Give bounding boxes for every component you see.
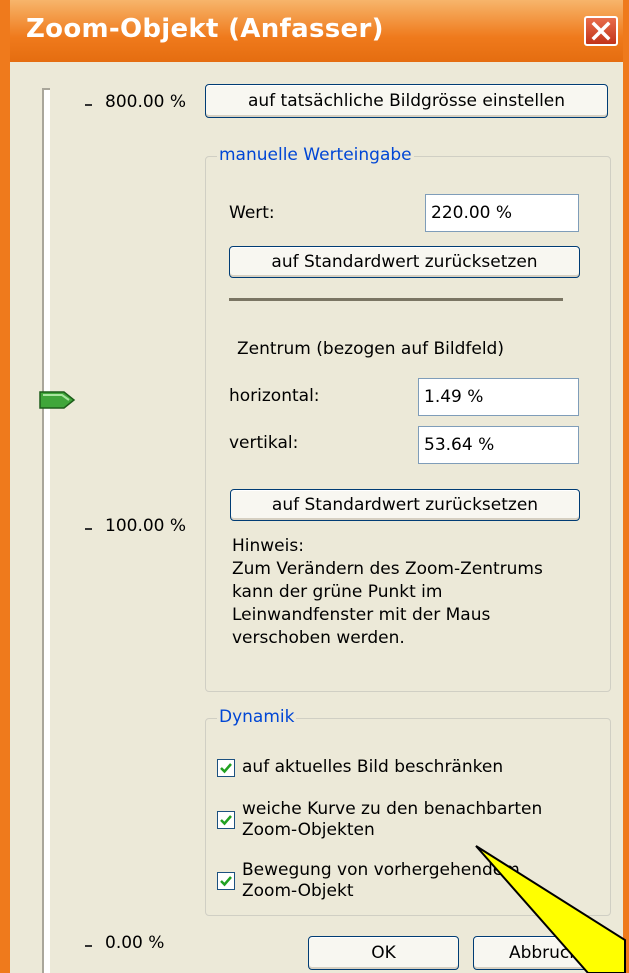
hint-text: Hinweis: Zum Verändern des Zoom-Zentrums… xyxy=(232,536,543,648)
separator xyxy=(229,298,563,301)
reset-center-button-label: auf Standardwert zurücksetzen xyxy=(271,495,539,515)
slider-min-label: 0.00 % xyxy=(105,933,165,953)
window-border-left xyxy=(0,0,10,973)
smooth-curve-checkbox[interactable] xyxy=(217,811,235,829)
checkmark-icon xyxy=(220,876,232,887)
actual-size-button-label: auf tatsächliche Bildgrösse einstellen xyxy=(247,91,566,111)
zoom-slider-thumb[interactable] xyxy=(38,388,78,416)
slider-mid-label: 100.00 % xyxy=(105,516,187,536)
slider-max-label: 800.00 % xyxy=(105,92,187,112)
ok-button-label: OK xyxy=(371,943,396,963)
value-label: Wert: xyxy=(229,203,275,223)
checkmark-icon xyxy=(220,763,232,774)
close-icon xyxy=(591,21,611,41)
window-title: Zoom-Objekt (Anfasser) xyxy=(26,14,384,44)
title-bar[interactable]: Zoom-Objekt (Anfasser) xyxy=(0,0,629,62)
horizontal-label: horizontal: xyxy=(229,386,320,406)
horizontal-input[interactable]: 1.49 % xyxy=(418,378,579,416)
ok-button[interactable]: OK xyxy=(308,936,459,970)
reset-center-button[interactable]: auf Standardwert zurücksetzen xyxy=(230,489,580,521)
window-border-right xyxy=(623,0,629,973)
checkmark-icon xyxy=(220,815,232,826)
smooth-curve-label: weiche Kurve zu den benachbarten Zoom-Ob… xyxy=(242,799,543,840)
actual-size-button[interactable]: auf tatsächliche Bildgrösse einstellen xyxy=(205,84,608,118)
zoom-value-input[interactable]: 220.00 % xyxy=(425,194,579,232)
restrict-image-label: auf aktuelles Bild beschränken xyxy=(242,757,504,777)
annotation-arrow-icon xyxy=(475,845,626,973)
dynamics-group-label: Dynamik xyxy=(217,707,297,727)
tick-mid xyxy=(85,528,92,530)
reset-zoom-button-label: auf Standardwert zurücksetzen xyxy=(271,252,538,272)
restrict-image-checkbox[interactable] xyxy=(217,759,235,777)
vertical-label: vertikal: xyxy=(229,433,299,453)
motion-previous-checkbox[interactable] xyxy=(217,872,235,890)
dialog-window: Zoom-Objekt (Anfasser) 800.00 % 100.00 %… xyxy=(0,0,629,973)
vertical-input[interactable]: 53.64 % xyxy=(418,426,579,464)
tick-min xyxy=(85,945,92,947)
tick-max xyxy=(85,104,92,106)
close-button[interactable] xyxy=(584,16,618,46)
center-title: Zentrum (bezogen auf Bildfeld) xyxy=(237,339,504,359)
reset-zoom-button[interactable]: auf Standardwert zurücksetzen xyxy=(229,246,580,278)
manual-group-label: manuelle Werteingabe xyxy=(217,145,414,165)
zoom-slider-track[interactable] xyxy=(42,88,50,973)
